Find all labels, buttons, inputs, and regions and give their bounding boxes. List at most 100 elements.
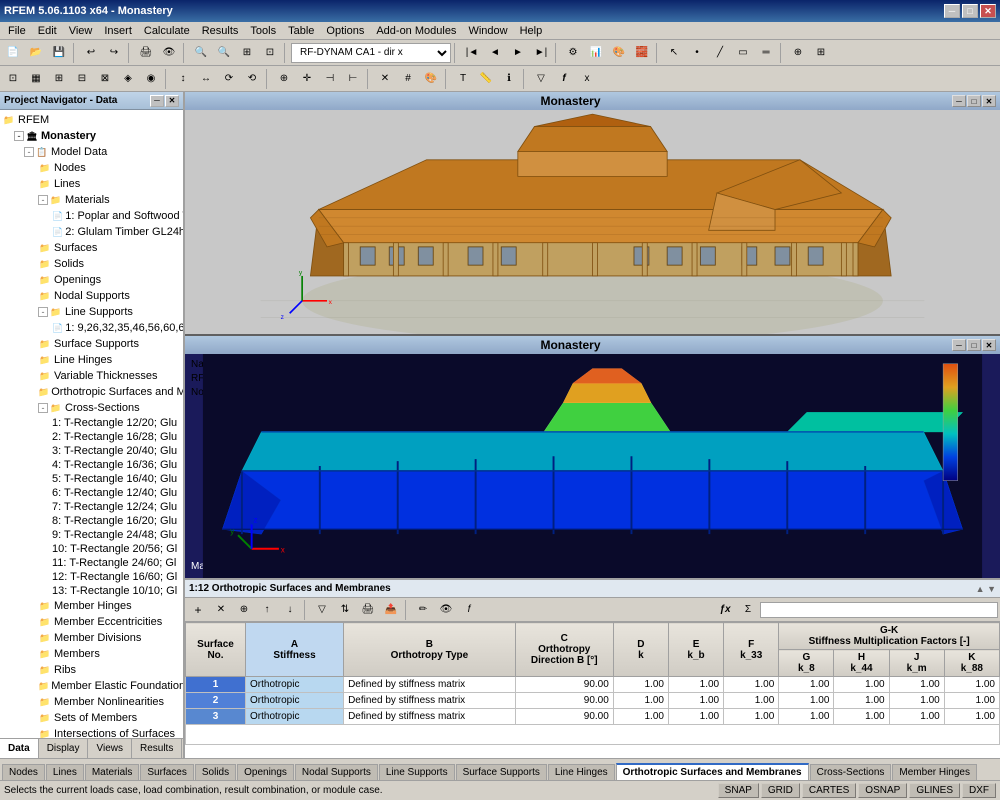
dt-sort[interactable]: ⇅ bbox=[334, 599, 356, 621]
tab-nodal-supports[interactable]: Nodal Supports bbox=[295, 764, 378, 780]
tree-cs-6[interactable]: 6: T-Rectangle 12/40; Glu bbox=[0, 486, 183, 500]
tree-member-div[interactable]: 📁 Member Divisions bbox=[0, 630, 183, 646]
menu-results[interactable]: Results bbox=[196, 24, 245, 38]
tb2-delete[interactable]: ✕ bbox=[374, 68, 396, 90]
tb2-color[interactable]: 🎨 bbox=[420, 68, 442, 90]
dt-add[interactable]: + bbox=[187, 599, 209, 621]
menu-view[interactable]: View bbox=[63, 24, 99, 38]
tree-cs-11[interactable]: 11: T-Rectangle 24/60; Gl bbox=[0, 556, 183, 570]
tb2-btn9[interactable]: ↔ bbox=[195, 68, 217, 90]
menu-options[interactable]: Options bbox=[320, 24, 370, 38]
left-tab-results[interactable]: Results bbox=[132, 739, 182, 758]
tb2-move[interactable]: ✛ bbox=[296, 68, 318, 90]
table-row[interactable]: 3 Orthotropic Defined by stiffness matri… bbox=[186, 709, 1000, 725]
tab-orthotropic[interactable]: Orthotropic Surfaces and Membranes bbox=[616, 763, 809, 780]
tb-results[interactable]: 📊 bbox=[585, 42, 607, 64]
tree-sets-members[interactable]: 📁 Sets of Members bbox=[0, 710, 183, 726]
snap-button[interactable]: SNAP bbox=[718, 783, 759, 798]
panel-minimize[interactable]: ─ bbox=[150, 95, 164, 107]
expand-icon-model[interactable]: - bbox=[24, 147, 34, 157]
tree-line-supports[interactable]: - 📁 Line Supports bbox=[0, 304, 183, 320]
tb-open[interactable]: 📂 bbox=[25, 42, 47, 64]
tb-calculate[interactable]: ⚙ bbox=[562, 42, 584, 64]
tb-save[interactable]: 💾 bbox=[48, 42, 70, 64]
tb2-copy[interactable]: ⊕ bbox=[273, 68, 295, 90]
tree-cs-5[interactable]: 5: T-Rectangle 16/40; Glu bbox=[0, 472, 183, 486]
tb2-measure[interactable]: 📏 bbox=[475, 68, 497, 90]
cartes-button[interactable]: CARTES bbox=[802, 783, 856, 798]
tree-lines[interactable]: 📁 Lines bbox=[0, 176, 183, 192]
tree-linesup-1[interactable]: 📄 1: 9,26,32,35,46,56,60,64,7 bbox=[0, 320, 183, 336]
loadcase-dropdown[interactable]: RF-DYNAM CA1 - dir x bbox=[291, 43, 451, 63]
menu-calculate[interactable]: Calculate bbox=[138, 24, 196, 38]
tb-print-preview[interactable]: 👁 bbox=[158, 42, 180, 64]
tree-cs-2[interactable]: 2: T-Rectangle 16/28; Glu bbox=[0, 430, 183, 444]
tree-cross-sections[interactable]: - 📁 Cross-Sections bbox=[0, 400, 183, 416]
left-tab-display[interactable]: Display bbox=[39, 739, 89, 758]
dt-copy[interactable]: ⊕ bbox=[233, 599, 255, 621]
tb2-btn11[interactable]: ⟲ bbox=[241, 68, 263, 90]
tb2-x[interactable]: x bbox=[576, 68, 598, 90]
expand-icon-mat[interactable]: - bbox=[38, 195, 48, 205]
tab-cross-sections[interactable]: Cross-Sections bbox=[810, 764, 892, 780]
menu-addon[interactable]: Add-on Modules bbox=[370, 24, 462, 38]
tree-ortho-surf[interactable]: 📁 Orthotropic Surfaces and Me bbox=[0, 384, 183, 400]
tb-print[interactable]: 🖨 bbox=[135, 42, 157, 64]
menu-window[interactable]: Window bbox=[462, 24, 513, 38]
table-row[interactable]: 1 Orthotropic Defined by stiffness matri… bbox=[186, 677, 1000, 693]
tree-surfaces[interactable]: 📁 Surfaces bbox=[0, 240, 183, 256]
panel-close[interactable]: ✕ bbox=[165, 95, 179, 107]
tb2-btn2[interactable]: ▦ bbox=[25, 68, 47, 90]
osnap-button[interactable]: OSNAP bbox=[858, 783, 907, 798]
tab-member-hinges[interactable]: Member Hinges bbox=[892, 764, 977, 780]
menu-help[interactable]: Help bbox=[514, 24, 549, 38]
tb2-btn5[interactable]: ⊠ bbox=[94, 68, 116, 90]
dt-export[interactable]: 📤 bbox=[380, 599, 402, 621]
view-bottom-close[interactable]: ✕ bbox=[982, 339, 996, 351]
tree-cs-13[interactable]: 13: T-Rectangle 10/10; Gl bbox=[0, 584, 183, 598]
tb2-btn3[interactable]: ⊞ bbox=[48, 68, 70, 90]
tab-solids[interactable]: Solids bbox=[195, 764, 236, 780]
tb2-filter[interactable]: ▽ bbox=[530, 68, 552, 90]
tb-redo[interactable]: ↪ bbox=[103, 42, 125, 64]
menu-tools[interactable]: Tools bbox=[244, 24, 282, 38]
expand-icon[interactable]: - bbox=[14, 131, 24, 141]
dt-move-up[interactable]: ↑ bbox=[256, 599, 278, 621]
tree-mat-1[interactable]: 📄 1: Poplar and Softwood T bbox=[0, 208, 183, 224]
tb2-number[interactable]: # bbox=[397, 68, 419, 90]
tab-surfaces[interactable]: Surfaces bbox=[140, 764, 193, 780]
tree-cs-12[interactable]: 12: T-Rectangle 16/60; Gl bbox=[0, 570, 183, 584]
tree-member-elastic[interactable]: 📁 Member Elastic Foundations bbox=[0, 678, 183, 694]
tb-surface[interactable]: ▭ bbox=[732, 42, 754, 64]
dt-edit[interactable]: ✏ bbox=[412, 599, 434, 621]
dxf-button[interactable]: DXF bbox=[962, 783, 996, 798]
tree-cs-8[interactable]: 8: T-Rectangle 16/20; Glu bbox=[0, 514, 183, 528]
tree-nodal-supports[interactable]: 📁 Nodal Supports bbox=[0, 288, 183, 304]
tb-nav-next[interactable]: ► bbox=[507, 42, 529, 64]
left-tab-views[interactable]: Views bbox=[88, 739, 132, 758]
tree-monastery[interactable]: - 🏛 Monastery bbox=[0, 128, 183, 144]
tb-render[interactable]: 🎨 bbox=[608, 42, 630, 64]
tb-undo[interactable]: ↩ bbox=[80, 42, 102, 64]
tb2-btn4[interactable]: ⊟ bbox=[71, 68, 93, 90]
tb2-btn8[interactable]: ↕ bbox=[172, 68, 194, 90]
glines-button[interactable]: GLINES bbox=[909, 783, 960, 798]
tree-surface-supports[interactable]: 📁 Surface Supports bbox=[0, 336, 183, 352]
menu-file[interactable]: File bbox=[2, 24, 32, 38]
tb-member[interactable]: ═ bbox=[755, 42, 777, 64]
tree-line-hinges[interactable]: 📁 Line Hinges bbox=[0, 352, 183, 368]
maximize-button[interactable]: □ bbox=[962, 4, 978, 18]
tb-nav-last[interactable]: ►| bbox=[530, 42, 552, 64]
expand-icon-linesup[interactable]: - bbox=[38, 307, 48, 317]
tree-cs-1[interactable]: 1: T-Rectangle 12/20; Glu bbox=[0, 416, 183, 430]
tree-cs-9[interactable]: 9: T-Rectangle 24/48; Glu bbox=[0, 528, 183, 542]
tree-member-ecc[interactable]: 📁 Member Eccentricities bbox=[0, 614, 183, 630]
tb-zoom-all[interactable]: ⊞ bbox=[236, 42, 258, 64]
tree-var-thick[interactable]: 📁 Variable Thicknesses bbox=[0, 368, 183, 384]
view-top-restore[interactable]: □ bbox=[967, 95, 981, 107]
table-row[interactable]: 2 Orthotropic Defined by stiffness matri… bbox=[186, 693, 1000, 709]
close-button[interactable]: ✕ bbox=[980, 4, 996, 18]
tree-root-rfem[interactable]: 📁 RFEM bbox=[0, 112, 183, 128]
tab-line-hinges[interactable]: Line Hinges bbox=[548, 764, 615, 780]
tab-openings[interactable]: Openings bbox=[237, 764, 294, 780]
